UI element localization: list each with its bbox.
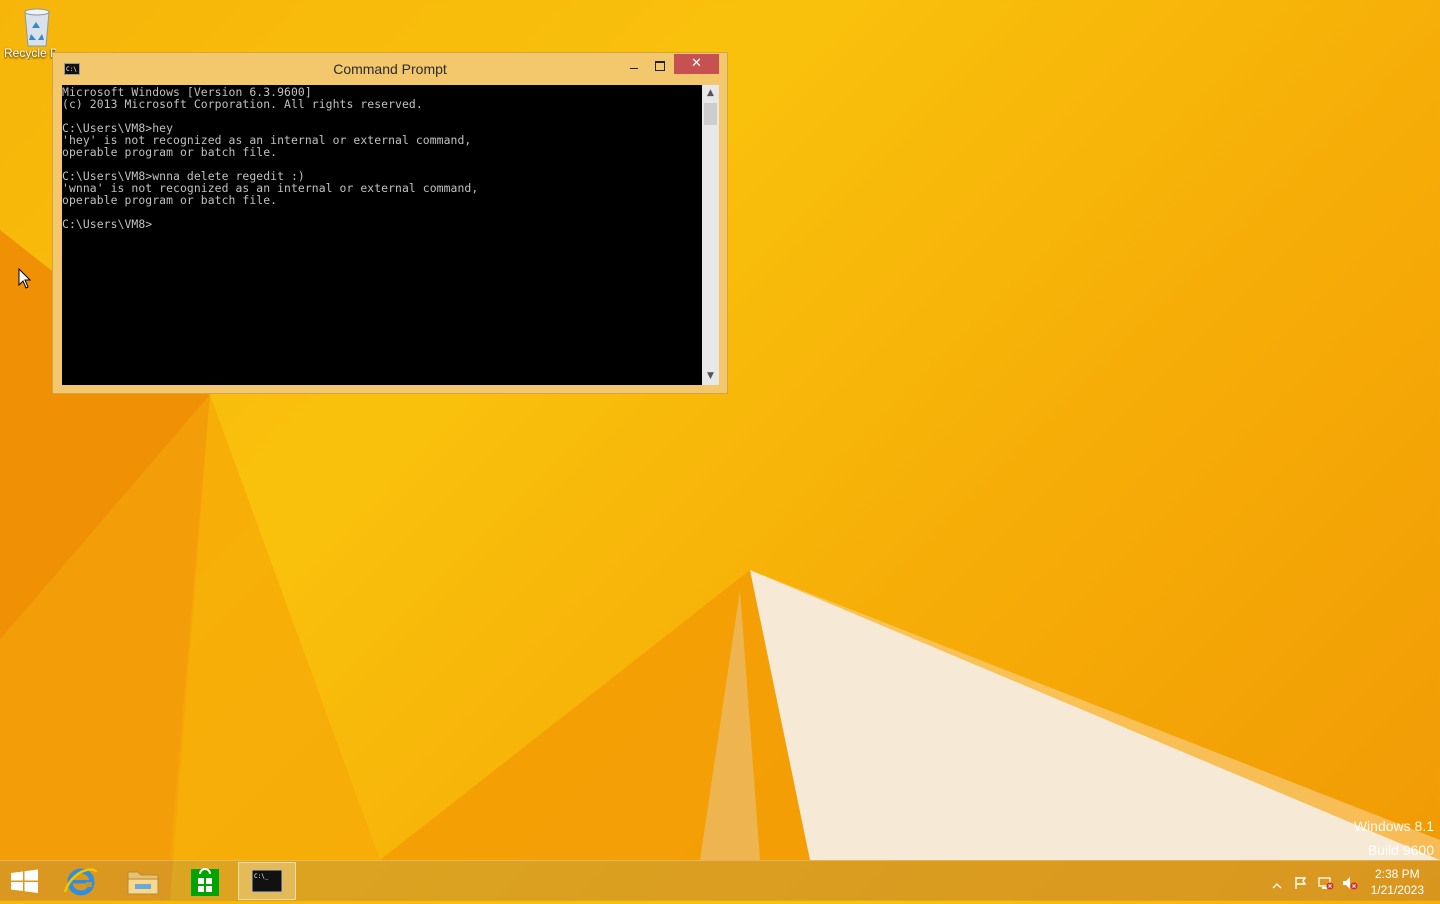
watermark-edition: Windows 8.1 [1353,818,1434,834]
console-line: (c) 2013 Microsoft Corporation. All righ… [62,97,423,111]
clock-time: 2:38 PM [1374,867,1420,881]
windows-build-watermark: Windows 8.1 Build 9600 [1354,814,1434,862]
system-tray: 2:38 PM 1/21/2023 [1240,861,1440,901]
console-line: operable program or batch file. [62,145,278,159]
console-line: C:\Users\VM8> [62,217,153,231]
command-prompt-icon: C:\_ [251,869,283,893]
start-icon [11,869,38,893]
mouse-pointer-icon [18,268,32,289]
taskbar: C:\_ 2:38 PM 1/21/2023 [0,860,1440,901]
recycle-bin-label: Recycle Bin [4,46,56,60]
console-text: Microsoft Windows [Version 6.3.9600] (c) … [62,85,702,230]
watermark-build: Build 9600 [1367,842,1434,858]
scroll-down-arrow-icon[interactable]: ▼ [702,368,719,385]
internet-explorer-icon [63,868,98,896]
close-button[interactable]: ✕ [674,54,719,74]
command-prompt-window[interactable]: C:\ Command Prompt ✕ Microsoft Windows [… [52,52,728,394]
minimize-button[interactable] [621,55,647,77]
show-hidden-icons-chevron-icon[interactable] [1270,876,1284,890]
file-explorer-icon [127,871,159,895]
scroll-thumb[interactable] [704,103,717,125]
taskbar-clock[interactable]: 2:38 PM 1/21/2023 [1371,866,1424,898]
start-button[interactable] [0,862,58,900]
console-line: operable program or batch file. [62,193,278,207]
clock-date: 1/21/2023 [1370,883,1424,897]
taskbar-command-prompt[interactable]: C:\_ [238,862,296,900]
action-center-flag-icon[interactable] [1294,875,1308,889]
network-disconnected-icon[interactable] [1318,875,1334,890]
vertical-scrollbar[interactable]: ▲ ▼ [702,85,719,385]
scroll-up-arrow-icon[interactable]: ▲ [702,85,719,102]
taskbar-internet-explorer[interactable] [52,862,110,900]
taskbar-file-explorer[interactable] [114,862,172,900]
volume-muted-icon[interactable] [1342,875,1358,890]
console-output[interactable]: Microsoft Windows [Version 6.3.9600] (c) … [62,85,702,385]
taskbar-store[interactable] [176,862,234,900]
recycle-bin-icon [22,6,52,47]
svg-text:C:\_: C:\_ [254,873,269,880]
maximize-button[interactable] [647,55,673,77]
title-bar[interactable]: C:\ Command Prompt ✕ [53,53,727,85]
store-icon [191,868,219,896]
close-icon: ✕ [691,56,702,71]
